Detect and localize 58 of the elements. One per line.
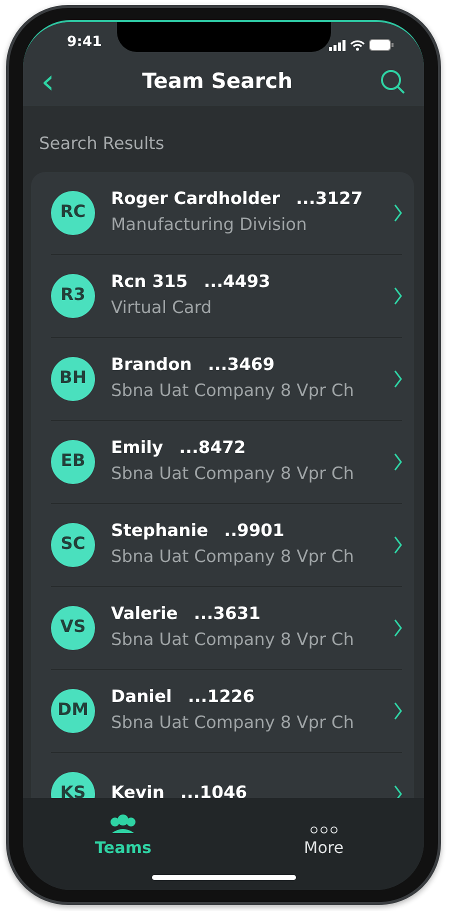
card-number: ...1226 (188, 686, 255, 709)
search-icon[interactable] (380, 69, 406, 95)
division-name: Sbna Uat Company 8 Vpr Ch (111, 712, 356, 734)
cardholder-name: Rcn 315 (111, 271, 188, 294)
chevron-right-icon (394, 536, 402, 554)
division-name: Virtual Card (111, 296, 213, 320)
initials-avatar: RC (51, 190, 95, 234)
card-number: ...3631 (194, 603, 260, 626)
chevron-right-icon (394, 204, 402, 222)
card-number: ..9901 (224, 520, 284, 543)
division-name: Manufacturing Division (111, 214, 308, 236)
chevron-right-icon (394, 619, 402, 638)
people-group-icon (108, 814, 138, 834)
division-name: Sbna Uat Company 8 Vpr Ch (111, 462, 356, 486)
cardholder-name: Kevin (111, 782, 164, 798)
tab-item[interactable]: Teams (23, 798, 224, 890)
result-row[interactable]: SC Stephanie ..9901 Sbna Uat Company 8 Vpr Ch (51, 504, 402, 586)
card-number: ...8472 (179, 437, 246, 460)
result-row[interactable]: BH Brandon ...3469 Sbna Uat Company 8 Vpr Ch (51, 338, 402, 420)
cardholder-name: Roger Cardholder (111, 188, 280, 211)
result-row[interactable]: VS Valerie ...3631 Sbna Uat Company 8 Vpr Ch (51, 586, 402, 670)
result-row[interactable]: EB Emily ...8472 Sbna Uat Company 8 Vpr Ch (51, 420, 402, 504)
tab-item[interactable]: More (224, 798, 424, 890)
section-heading: Search Results (38, 133, 166, 156)
initials-avatar: R3 (51, 274, 95, 318)
initials-avatar: EB (51, 440, 95, 484)
wifi-icon (350, 40, 365, 50)
card-number: ...3469 (208, 354, 275, 377)
division-name: Sbna Uat Company 8 Vpr Ch (111, 628, 356, 652)
card-number: ...4493 (204, 271, 270, 294)
chevron-right-icon (394, 370, 402, 388)
initials-avatar: DM (51, 688, 95, 732)
card-number: ...1046 (180, 782, 248, 798)
screen-title: Team Search (141, 68, 294, 96)
cardholder-name: Emily (111, 437, 164, 460)
initials-avatar: VS (51, 606, 95, 650)
initials-avatar: BH (51, 356, 95, 400)
result-row[interactable]: R3 Rcn 315 ...4493 Virtual Card (51, 254, 402, 338)
card-number: ...3127 (296, 188, 363, 211)
chevron-right-icon (394, 287, 402, 306)
initials-avatar: SC (51, 522, 95, 566)
result-row[interactable]: DM Daniel ...1226 Sbna Uat Company 8 Vpr Ch (51, 670, 402, 752)
division-name: Sbna Uat Company 8 Vpr Ch (111, 380, 356, 402)
battery-icon (369, 39, 394, 51)
division-name: Sbna Uat Company 8 Vpr Ch (111, 546, 356, 568)
cardholder-name: Valerie (111, 603, 178, 626)
initials-avatar: KS (51, 772, 95, 798)
clock-time: 9:41 (67, 33, 102, 52)
signal-icon (329, 40, 346, 50)
result-row[interactable]: RC Roger Cardholder ...3127 Manufacturing Division (51, 172, 402, 254)
chevron-right-icon (394, 785, 402, 798)
more-icon (310, 826, 338, 834)
cardholder-name: Daniel (111, 686, 172, 709)
chevron-right-icon (394, 702, 402, 720)
cardholder-name: Stephanie (111, 520, 208, 543)
cardholder-name: Brandon (111, 354, 192, 377)
chevron-right-icon (394, 453, 402, 472)
back-button[interactable]: ‹ (41, 65, 55, 99)
